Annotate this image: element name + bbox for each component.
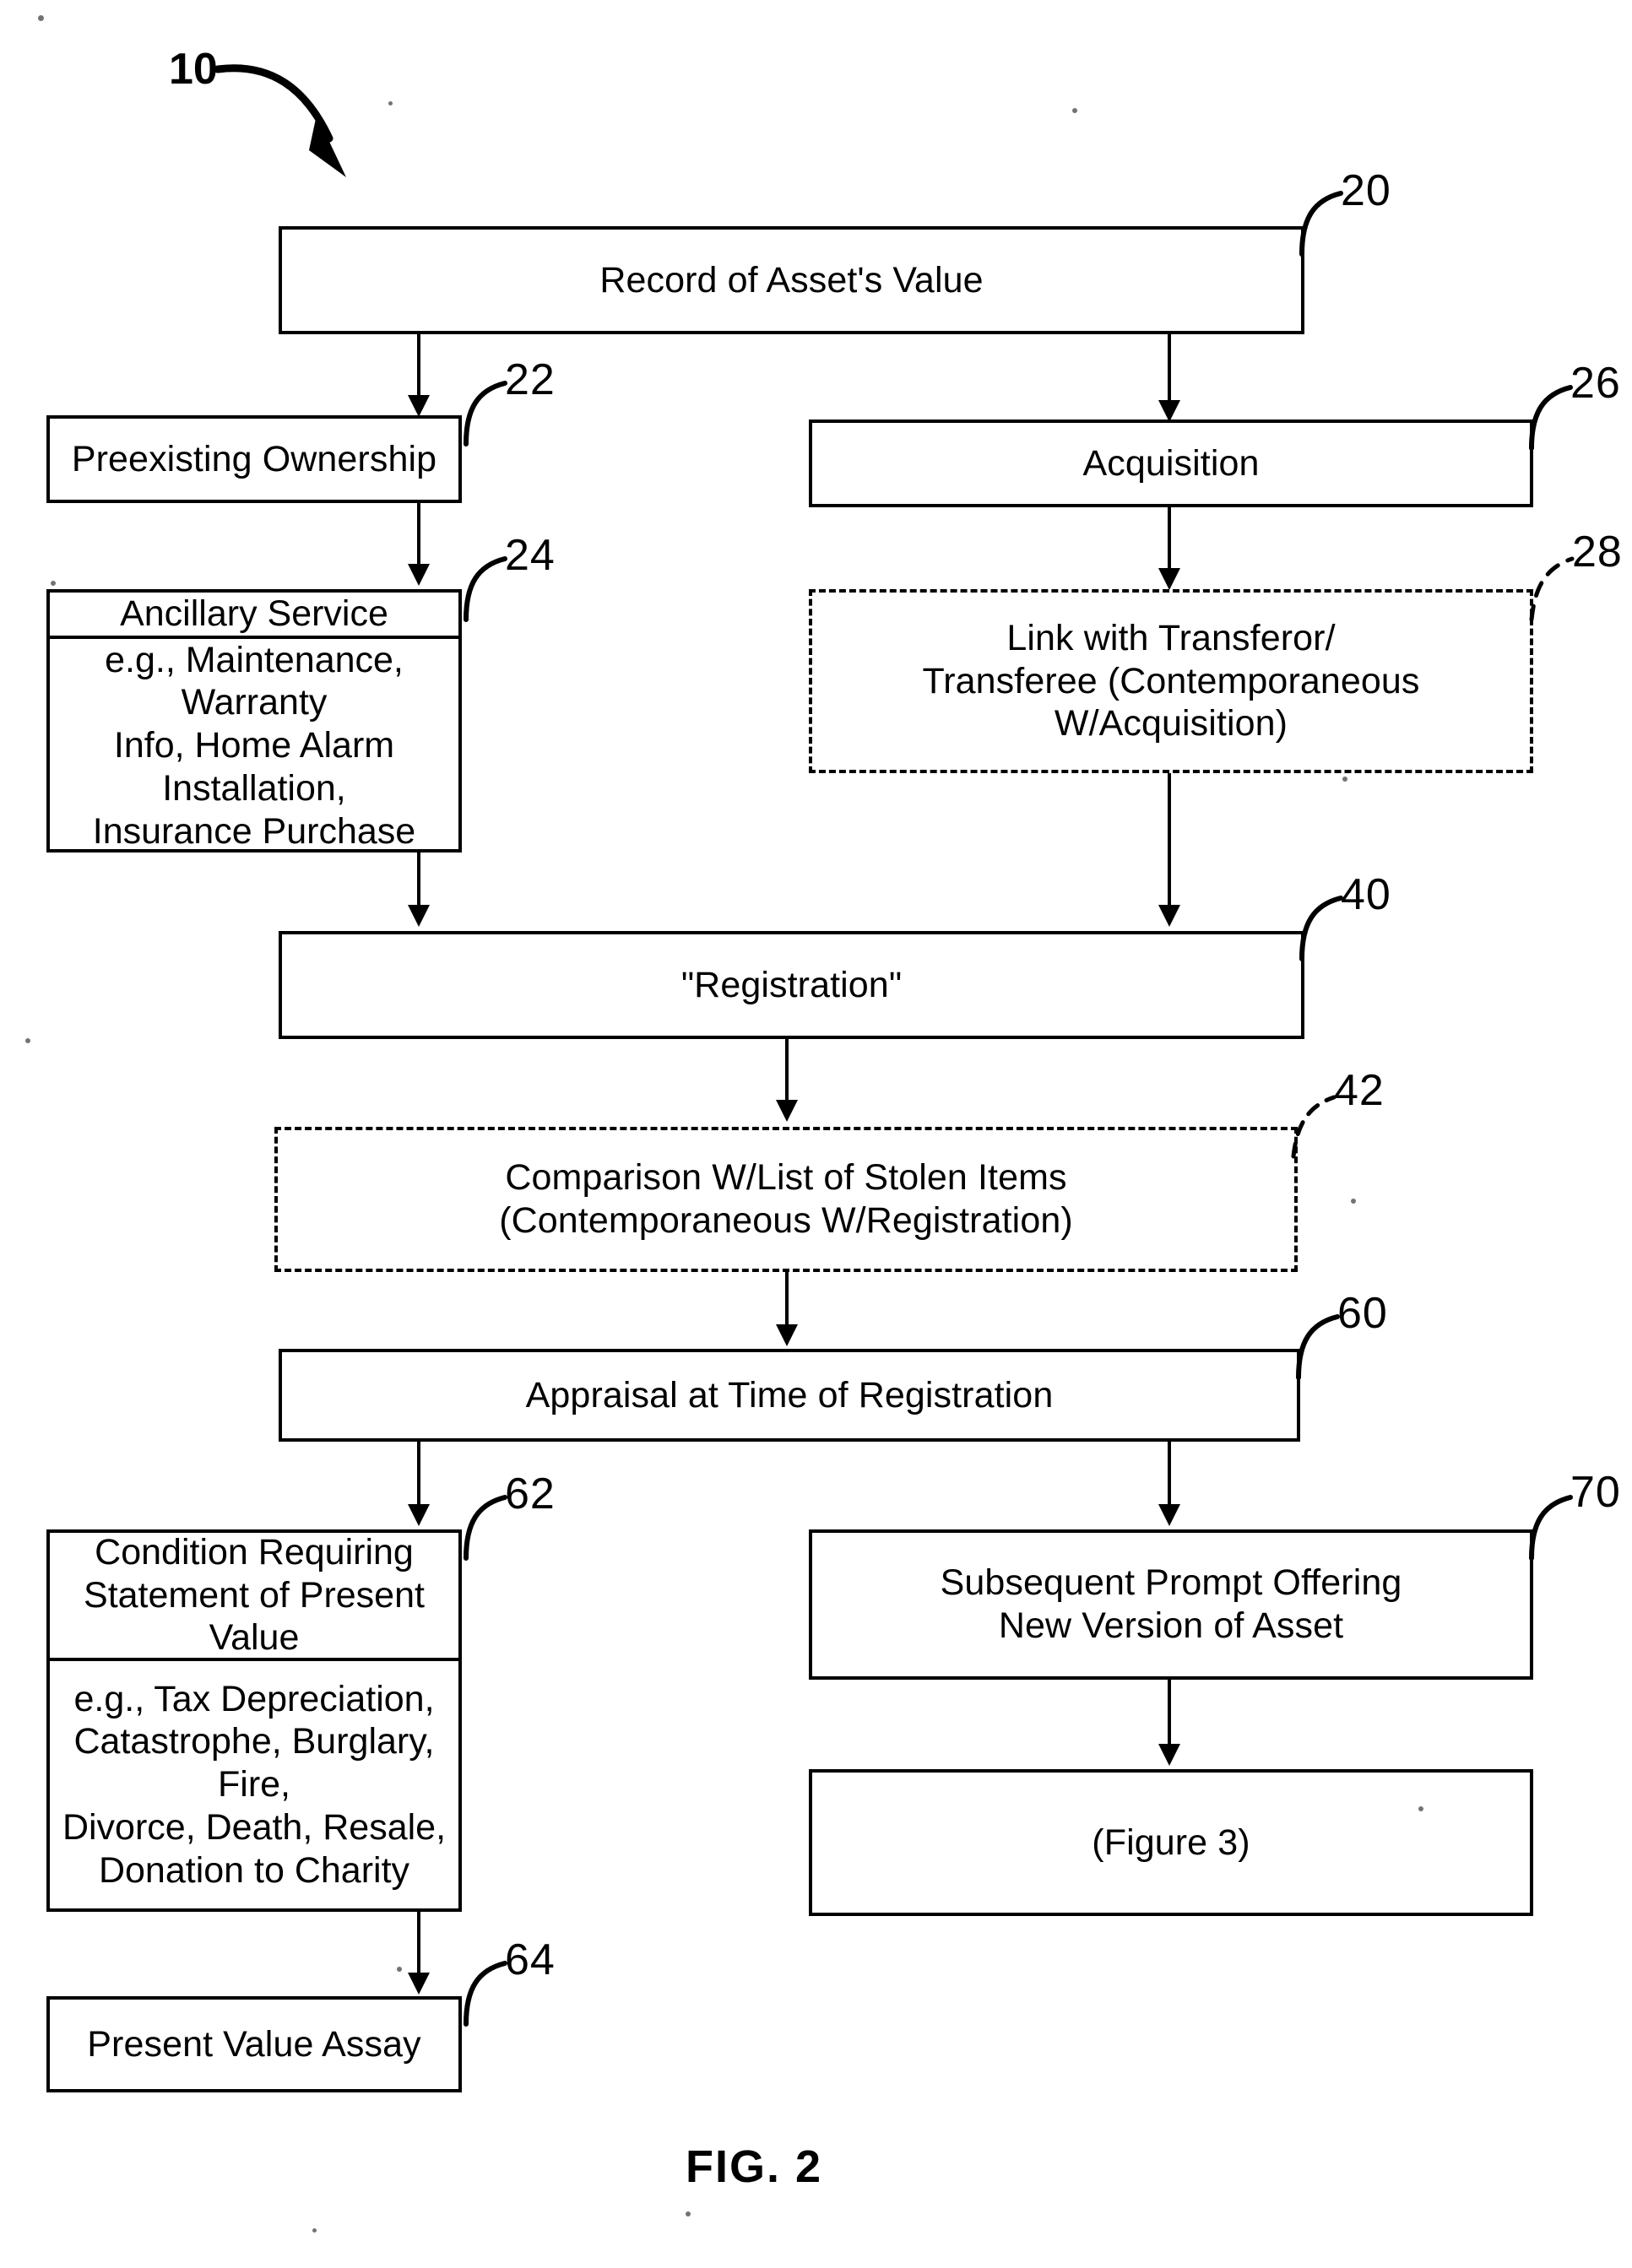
scan-speck <box>1300 253 1304 257</box>
figure-caption: FIG. 2 <box>686 2141 823 2192</box>
node-condition-requiring-statement-detail: e.g., Tax Depreciation, Catastrophe, Bur… <box>50 1661 458 1908</box>
node-ancillary-service-title: Ancillary Service <box>50 593 458 639</box>
scan-speck <box>1342 777 1347 782</box>
arrowhead-60-to-70-icon <box>1158 1504 1180 1526</box>
node-ancillary-service: Ancillary Service e.g., Maintenance, War… <box>46 589 462 853</box>
scan-speck <box>38 15 44 21</box>
arrowhead-70-to-figure3-icon <box>1158 1744 1180 1766</box>
reference-numeral-70: 70 <box>1570 1468 1621 1517</box>
node-ancillary-service-label: Ancillary Service <box>120 593 388 634</box>
connector-70-to-figure3 <box>1168 1680 1171 1747</box>
node-appraisal-at-registration-label: Appraisal at Time of Registration <box>525 1374 1054 1415</box>
node-acquisition-label: Acquisition <box>1082 442 1260 484</box>
reference-numeral-60: 60 <box>1337 1289 1388 1338</box>
reference-numeral-42: 42 <box>1334 1066 1385 1115</box>
node-preexisting-ownership: Preexisting Ownership <box>46 415 462 503</box>
scan-speck <box>1351 1199 1356 1204</box>
connector-42-to-60 <box>785 1272 789 1328</box>
system-callout-arrow-icon <box>214 64 346 177</box>
connector-28-to-40 <box>1168 773 1171 910</box>
arrowhead-40-to-42-icon <box>776 1100 798 1122</box>
node-comparison-stolen-items-label: Comparison W/List of Stolen Items (Conte… <box>499 1157 1073 1241</box>
reference-numeral-22: 22 <box>505 355 556 404</box>
scan-speck <box>388 101 393 106</box>
patent-figure-sheet: 10 Record of Asset's Value 20 Preexistin… <box>0 0 1632 2268</box>
scan-speck <box>1072 108 1077 113</box>
node-registration-label: "Registration" <box>680 964 903 1005</box>
scan-speck <box>397 1967 402 1972</box>
scan-speck <box>1418 1806 1423 1811</box>
reference-numeral-24: 24 <box>505 531 556 580</box>
reference-numeral-28: 28 <box>1572 528 1623 576</box>
node-present-value-assay: Present Value Assay <box>46 1996 462 2092</box>
node-ancillary-service-detail-text: e.g., Maintenance, Warranty Info, Home A… <box>92 639 416 852</box>
node-condition-requiring-statement-title: Condition Requiring Statement of Present… <box>50 1531 458 1661</box>
node-registration: "Registration" <box>279 931 1304 1039</box>
connector-60-to-70 <box>1168 1442 1171 1507</box>
scan-speck <box>686 2211 691 2217</box>
node-condition-requiring-statement-detail-text: e.g., Tax Depreciation, Catastrophe, Bur… <box>62 1678 447 1891</box>
reference-numeral-20: 20 <box>1341 166 1391 215</box>
connector-20-to-26 <box>1168 334 1171 405</box>
arrowhead-26-to-28-icon <box>1158 568 1180 590</box>
node-present-value-assay-label: Present Value Assay <box>87 2023 421 2065</box>
arrowhead-42-to-60-icon <box>776 1324 798 1346</box>
reference-numeral-26: 26 <box>1570 359 1621 408</box>
scan-speck <box>312 2228 317 2233</box>
node-acquisition: Acquisition <box>809 419 1533 507</box>
node-preexisting-ownership-label: Preexisting Ownership <box>71 438 437 479</box>
node-condition-requiring-statement: Condition Requiring Statement of Present… <box>46 1529 462 1912</box>
node-condition-requiring-statement-label: Condition Requiring Statement of Present… <box>84 1531 425 1659</box>
scan-speck <box>51 581 56 586</box>
reference-numeral-62: 62 <box>505 1470 556 1518</box>
arrowhead-28-to-40-icon <box>1158 905 1180 927</box>
node-appraisal-at-registration: Appraisal at Time of Registration <box>279 1349 1300 1442</box>
scan-speck <box>25 1038 30 1043</box>
connector-40-to-42 <box>785 1039 789 1103</box>
reference-numeral-40: 40 <box>1341 870 1391 919</box>
node-link-with-transferor: Link with Transferor/ Transferee (Contem… <box>809 589 1533 773</box>
connector-24-to-40 <box>417 853 420 910</box>
reference-numeral-64: 64 <box>505 1935 556 1984</box>
arrowhead-24-to-40-icon <box>408 905 430 927</box>
node-figure-three-reference-label: (Figure 3) <box>1092 1821 1250 1863</box>
node-subsequent-prompt: Subsequent Prompt Offering New Version o… <box>809 1529 1533 1680</box>
node-record-of-assets-value: Record of Asset's Value <box>279 226 1304 334</box>
connector-26-to-28 <box>1168 507 1171 573</box>
node-ancillary-service-detail: e.g., Maintenance, Warranty Info, Home A… <box>50 639 458 853</box>
node-comparison-stolen-items: Comparison W/List of Stolen Items (Conte… <box>274 1127 1298 1272</box>
node-subsequent-prompt-label: Subsequent Prompt Offering New Version o… <box>940 1562 1402 1646</box>
node-figure-three-reference: (Figure 3) <box>809 1769 1533 1916</box>
node-link-with-transferor-label: Link with Transferor/ Transferee (Contem… <box>922 617 1420 744</box>
node-record-of-assets-value-label: Record of Asset's Value <box>599 259 984 300</box>
